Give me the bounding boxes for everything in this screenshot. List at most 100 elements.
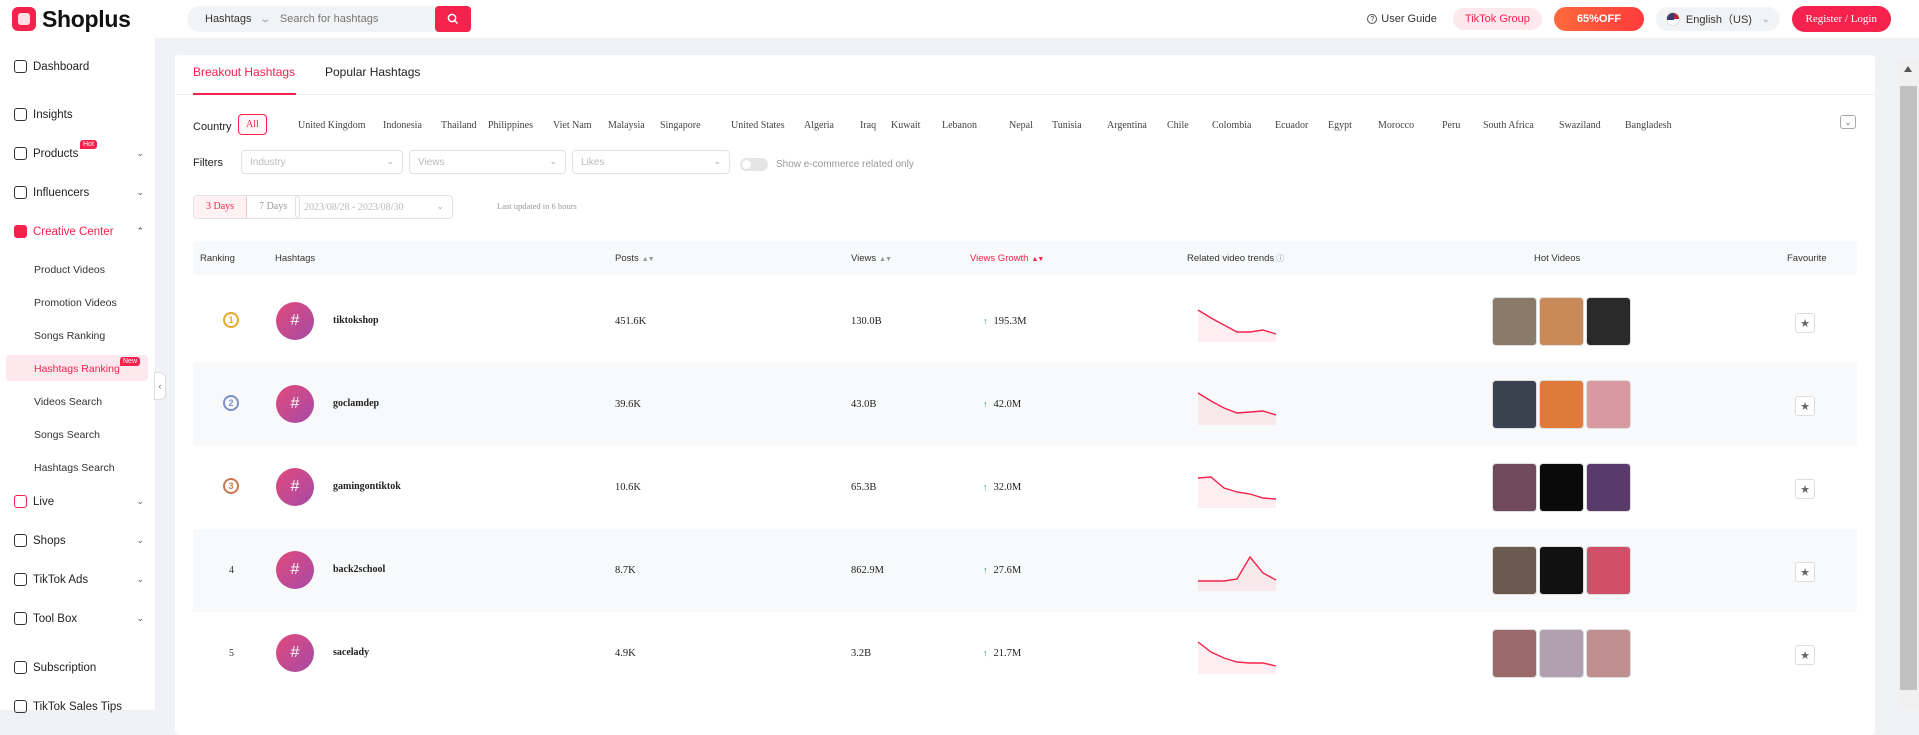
country-option[interactable]: Tunisia — [1052, 120, 1082, 131]
tab-popular-hashtags[interactable]: Popular Hashtags — [325, 65, 420, 79]
likes-select[interactable]: Likes ⌄ — [572, 150, 730, 174]
industry-select[interactable]: Industry ⌄ — [241, 150, 403, 174]
country-option[interactable]: Morocco — [1378, 120, 1414, 131]
country-option[interactable]: Ecuador — [1275, 120, 1308, 131]
sidebar-item-insights[interactable]: Insights — [14, 108, 144, 121]
sidebar-item-tool-box[interactable]: Tool Box ⌄ — [14, 612, 144, 625]
days-7-button[interactable]: 7 Days — [247, 196, 299, 218]
country-option[interactable]: Indonesia — [383, 120, 422, 131]
country-option[interactable]: Egypt — [1328, 120, 1352, 131]
sidebar-subitem-songs-search[interactable]: Songs Search — [34, 429, 100, 441]
header-views-growth[interactable]: Views Growth ▲▼ — [970, 253, 1044, 264]
language-select[interactable]: English（US) ⌄ — [1655, 7, 1780, 31]
search-bar: Hashtags ⌄ — [187, 6, 471, 32]
country-option[interactable]: All — [238, 114, 267, 135]
sidebar-item-products[interactable]: Products Hot ⌄ — [14, 140, 144, 160]
search-button[interactable] — [434, 6, 471, 32]
video-thumbnail[interactable] — [1492, 380, 1537, 429]
sidebar-item-label: Products — [33, 147, 79, 160]
user-guide-link[interactable]: ? User Guide — [1367, 13, 1437, 25]
video-thumbnail[interactable] — [1539, 629, 1584, 678]
sidebar-item-tiktok-ads[interactable]: TikTok Ads ⌄ — [14, 573, 144, 586]
country-option[interactable]: Thailand — [441, 120, 477, 131]
country-option[interactable]: United Kingdom — [298, 120, 366, 131]
sidebar-collapse-button[interactable]: ‹ — [154, 372, 166, 400]
table-row[interactable]: 4 # back2school 8.7K 862.9M ↑ 27.6M ★ — [193, 529, 1857, 612]
hashtag-name[interactable]: tiktokshop — [333, 315, 379, 326]
sidebar-item-dashboard[interactable]: Dashboard — [14, 60, 144, 73]
country-option[interactable]: Viet Nam — [553, 120, 592, 131]
header-posts[interactable]: Posts ▲▼ — [615, 253, 655, 264]
country-option[interactable]: Iraq — [860, 120, 876, 131]
favourite-button[interactable]: ★ — [1795, 645, 1815, 665]
video-thumbnail[interactable] — [1586, 380, 1631, 429]
hashtag-name[interactable]: goclamdep — [333, 398, 379, 409]
days-3-button[interactable]: 3 Days — [194, 196, 248, 218]
tiktok-group-button[interactable]: TikTok Group — [1452, 8, 1542, 30]
video-thumbnail[interactable] — [1492, 463, 1537, 512]
country-option[interactable]: Bangladesh — [1625, 120, 1672, 131]
video-thumbnail[interactable] — [1586, 629, 1631, 678]
sidebar-item-shops[interactable]: Shops ⌄ — [14, 534, 144, 547]
date-range-picker[interactable]: 2023/08/28 - 2023/08/30 ⌄ — [295, 195, 453, 219]
sidebar-item-creative-center[interactable]: Creative Center ⌃ — [14, 225, 144, 238]
views-select[interactable]: Views ⌄ — [409, 150, 566, 174]
sidebar-item-subscription[interactable]: Subscription — [14, 661, 144, 674]
video-thumbnail[interactable] — [1539, 463, 1584, 512]
hashtag-name[interactable]: sacelady — [333, 647, 369, 658]
expand-countries-button[interactable]: ⌄ — [1840, 115, 1856, 129]
video-thumbnail[interactable] — [1539, 546, 1584, 595]
country-option[interactable]: Colombia — [1212, 120, 1251, 131]
table-row[interactable]: 5 # sacelady 4.9K 3.2B ↑ 21.7M ★ — [193, 612, 1857, 695]
search-category-select[interactable]: Hashtags ⌄ — [187, 6, 280, 32]
favourite-button[interactable]: ★ — [1795, 562, 1815, 582]
sidebar-item-live[interactable]: Live ⌄ — [14, 495, 144, 508]
sidebar-item-tiktok-sales-tips[interactable]: TikTok Sales Tips — [14, 700, 144, 713]
sidebar-subitem-songs-ranking[interactable]: Songs Ranking — [34, 330, 105, 342]
tab-breakout-hashtags[interactable]: Breakout Hashtags — [193, 65, 295, 79]
video-thumbnail[interactable] — [1492, 629, 1537, 678]
sidebar-subitem-videos-search[interactable]: Videos Search — [34, 396, 102, 408]
video-thumbnail[interactable] — [1492, 297, 1537, 346]
sidebar-subitem-hashtags-search[interactable]: Hashtags Search — [34, 462, 115, 474]
scrollbar-thumb[interactable] — [1900, 86, 1917, 690]
sidebar-subitem-product-videos[interactable]: Product Videos — [34, 264, 105, 276]
hashtag-name[interactable]: back2school — [333, 564, 385, 575]
header-views[interactable]: Views ▲▼ — [851, 253, 892, 264]
video-thumbnail[interactable] — [1539, 297, 1584, 346]
country-option[interactable]: South Africa — [1483, 120, 1534, 131]
country-option[interactable]: Swaziland — [1559, 120, 1601, 131]
table-row[interactable]: 2 # goclamdep 39.6K 43.0B ↑ 42.0M ★ — [193, 363, 1857, 446]
country-option[interactable]: Nepal — [1009, 120, 1033, 131]
video-thumbnail[interactable] — [1492, 546, 1537, 595]
register-login-button[interactable]: Register / Login — [1791, 6, 1891, 32]
sidebar-subitem-promotion-videos[interactable]: Promotion Videos — [34, 297, 117, 309]
table-row[interactable]: 1 # tiktokshop 451.6K 130.0B ↑ 195.3M ★ — [193, 280, 1857, 363]
brand-logo[interactable]: Shoplus — [12, 6, 175, 33]
country-option[interactable]: United States — [731, 120, 785, 131]
country-option[interactable]: Lebanon — [942, 120, 977, 131]
promo-badge[interactable]: 65%OFF — [1553, 7, 1644, 31]
search-input[interactable] — [279, 13, 435, 25]
hashtag-name[interactable]: gamingontiktok — [333, 481, 401, 492]
video-thumbnail[interactable] — [1586, 463, 1631, 512]
scroll-up-arrow[interactable] — [1904, 66, 1912, 72]
favourite-button[interactable]: ★ — [1795, 479, 1815, 499]
video-thumbnail[interactable] — [1539, 380, 1584, 429]
sidebar-subitem-hashtags-ranking[interactable]: Hashtags Ranking New — [34, 357, 141, 375]
favourite-button[interactable]: ★ — [1795, 313, 1815, 333]
country-option[interactable]: Argentina — [1107, 120, 1147, 131]
sidebar-item-influencers[interactable]: Influencers ⌄ — [14, 186, 144, 199]
video-thumbnail[interactable] — [1586, 297, 1631, 346]
video-thumbnail[interactable] — [1586, 546, 1631, 595]
country-option[interactable]: Algeria — [804, 120, 834, 131]
country-option[interactable]: Singapore — [660, 120, 701, 131]
country-option[interactable]: Chile — [1167, 120, 1189, 131]
country-option[interactable]: Kuwait — [891, 120, 920, 131]
table-row[interactable]: 3 # gamingontiktok 10.6K 65.3B ↑ 32.0M ★ — [193, 446, 1857, 529]
ecommerce-toggle[interactable] — [740, 158, 768, 171]
country-option[interactable]: Malaysia — [608, 120, 645, 131]
favourite-button[interactable]: ★ — [1795, 396, 1815, 416]
country-option[interactable]: Philippines — [488, 120, 533, 131]
country-option[interactable]: Peru — [1442, 120, 1460, 131]
